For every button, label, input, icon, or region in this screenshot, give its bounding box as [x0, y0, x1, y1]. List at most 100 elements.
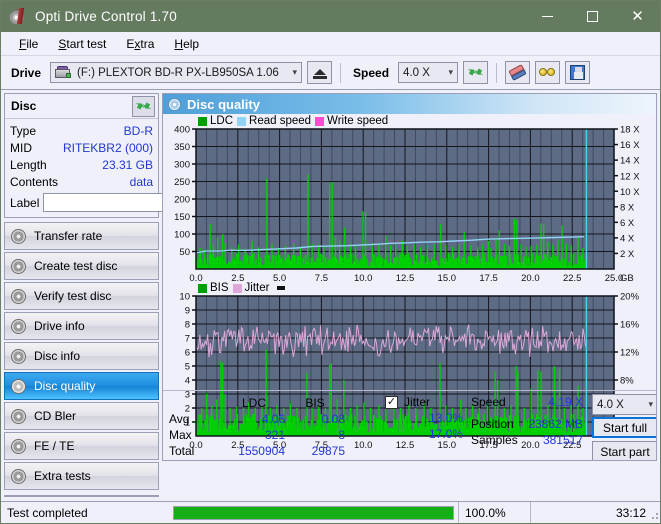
nav-item-label: Disc quality	[34, 379, 96, 393]
nav-item-cd-bler[interactable]: CD Bler	[4, 402, 159, 430]
menu-start-test[interactable]: Start test	[48, 34, 116, 54]
maximize-button[interactable]	[570, 1, 615, 32]
window-title: Opti Drive Control 1.70	[35, 9, 177, 24]
svg-text:2 X: 2 X	[620, 249, 635, 260]
nav-item-create-test-disc[interactable]: Create test disc	[4, 252, 159, 280]
main-body: Disc Type BD-R MID RITEKBR2 (000) Length…	[1, 90, 660, 516]
cell-avg-jitter: 13.0%	[428, 411, 463, 425]
menu-file-rest: ile	[26, 36, 39, 51]
refresh-icon	[468, 65, 484, 80]
nav-item-drive-info[interactable]: Drive info	[4, 312, 159, 340]
disc-refresh-button[interactable]	[132, 95, 155, 117]
svg-text:16 X: 16 X	[620, 140, 640, 151]
disc-icon	[11, 258, 26, 274]
svg-text:12 X: 12 X	[620, 171, 640, 182]
svg-text:18 X: 18 X	[620, 125, 640, 136]
drive-label: Drive	[11, 65, 42, 80]
nav-item-label: Transfer rate	[34, 229, 103, 243]
ldc-read-speed-chart: 50 100 150 200 250 300 350 400 2 X 4 X 6 X 8 X 10 X 1…	[174, 125, 640, 284]
svg-text:250: 250	[174, 177, 190, 188]
position-stat-key: Position	[471, 417, 514, 431]
svg-text:10 X: 10 X	[620, 187, 640, 198]
refresh-button[interactable]	[463, 61, 489, 84]
inspect-button[interactable]	[535, 61, 561, 84]
elapsed-time: 33:12	[530, 501, 660, 523]
start-full-button[interactable]: Start full	[592, 417, 656, 438]
svg-text:7: 7	[185, 334, 190, 345]
nav-item-verify-test-disc[interactable]: Verify test disc	[4, 282, 159, 310]
panel-title: Disc quality	[187, 96, 260, 112]
svg-text:350: 350	[174, 142, 190, 153]
row-label-max: Max	[169, 428, 192, 442]
menu-extra-rest: tra	[140, 36, 155, 51]
save-button[interactable]	[565, 61, 591, 84]
menu-start-test-rest: tart test	[66, 36, 107, 51]
disc-quality-panel: Disc quality LDC Read speed Write speed …	[162, 93, 657, 461]
cell-max-jitter: 17.0%	[428, 427, 463, 441]
disc-icon	[11, 378, 26, 394]
disc-info-rows: Type BD-R MID RITEKBR2 (000) Length 23.3…	[5, 119, 247, 217]
menu-extra[interactable]: Extra	[116, 34, 164, 54]
toolbar: Drive (F:) PLEXTOR BD-R PX-LB950SA 1.06 …	[1, 56, 660, 90]
svg-text:150: 150	[174, 212, 190, 223]
nav-item-label: Verify test disc	[34, 289, 112, 303]
svg-text:100: 100	[174, 230, 190, 241]
drive-select[interactable]: (F:) PLEXTOR BD-R PX-LB950SA 1.06 ▾	[50, 62, 303, 83]
eject-icon	[313, 68, 326, 75]
disc-icon	[11, 288, 26, 304]
minimize-button[interactable]	[525, 1, 570, 32]
speed-select[interactable]: 4.0 X ▾	[398, 62, 459, 83]
nav-item-extra-tests[interactable]: Extra tests	[4, 462, 159, 490]
resize-grip-icon[interactable]	[649, 510, 659, 520]
app-disc-icon	[8, 7, 28, 27]
row-label-total: Total	[169, 444, 195, 458]
progress-track	[173, 505, 454, 520]
progress-fill	[174, 506, 453, 519]
nav-item-disc-info[interactable]: Disc info	[4, 342, 159, 370]
speed-label: Speed	[353, 65, 390, 80]
cell-max-ldc: 321	[264, 428, 285, 442]
svg-text:50: 50	[179, 247, 190, 258]
toolbar-divider-2	[496, 62, 498, 83]
svg-text:22.5: 22.5	[563, 273, 582, 284]
test-speed-value: 4.0 X	[597, 398, 624, 411]
svg-text:9: 9	[185, 306, 190, 317]
cell-total-ldc: 1550904	[238, 444, 285, 458]
jitter-header: ✓ Jitter	[385, 395, 430, 409]
sidebar-spacer	[4, 495, 159, 497]
svg-text:400: 400	[174, 125, 190, 136]
title-bar: Opti Drive Control 1.70 ✕	[1, 1, 660, 32]
nav-item-disc-quality[interactable]: Disc quality	[4, 372, 159, 400]
jitter-checkbox[interactable]: ✓	[385, 395, 398, 409]
nav-item-transfer-rate[interactable]: Transfer rate	[4, 222, 159, 250]
disc-quality-icon	[168, 97, 181, 111]
svg-text:15.0: 15.0	[438, 273, 457, 284]
nav-item-fe-te[interactable]: FE / TE	[4, 432, 159, 460]
disc-label-row: Label	[10, 192, 247, 213]
svg-text:20.0: 20.0	[521, 273, 540, 284]
status-bar: Test completed 100.0% 33:12	[1, 501, 660, 523]
nav-item-label: Disc info	[34, 349, 81, 363]
eject-button[interactable]	[307, 61, 333, 84]
svg-text:5: 5	[185, 362, 190, 373]
test-speed-select[interactable]: 4.0 X ▾	[592, 394, 656, 415]
nav-list: Transfer rate Create test disc Verify te…	[4, 222, 159, 490]
chevron-down-icon: ▾	[448, 67, 454, 77]
progress-percent: 100.0%	[458, 501, 530, 523]
disc-row-mid: MID RITEKBR2 (000)	[10, 139, 153, 156]
row-label-avg: Avg	[169, 412, 190, 426]
disc-panel-title: Disc	[11, 99, 37, 113]
menu-help[interactable]: Help	[164, 34, 209, 54]
cell-total-bis: 29875	[311, 444, 345, 458]
menu-file[interactable]: File	[9, 34, 48, 54]
nav-item-label: Create test disc	[34, 259, 118, 273]
erase-button[interactable]	[505, 61, 531, 84]
cell-max-bis: 8	[338, 428, 345, 442]
nav-item-label: CD Bler	[34, 409, 77, 423]
drive-select-value: (F:) PLEXTOR BD-R PX-LB950SA 1.06	[77, 66, 279, 79]
col-header-bis: BIS	[305, 396, 325, 410]
nav-item-label: Drive info	[34, 319, 85, 333]
start-part-button[interactable]: Start part	[592, 441, 656, 460]
close-button[interactable]: ✕	[615, 1, 660, 32]
svg-text:200: 200	[174, 195, 190, 206]
